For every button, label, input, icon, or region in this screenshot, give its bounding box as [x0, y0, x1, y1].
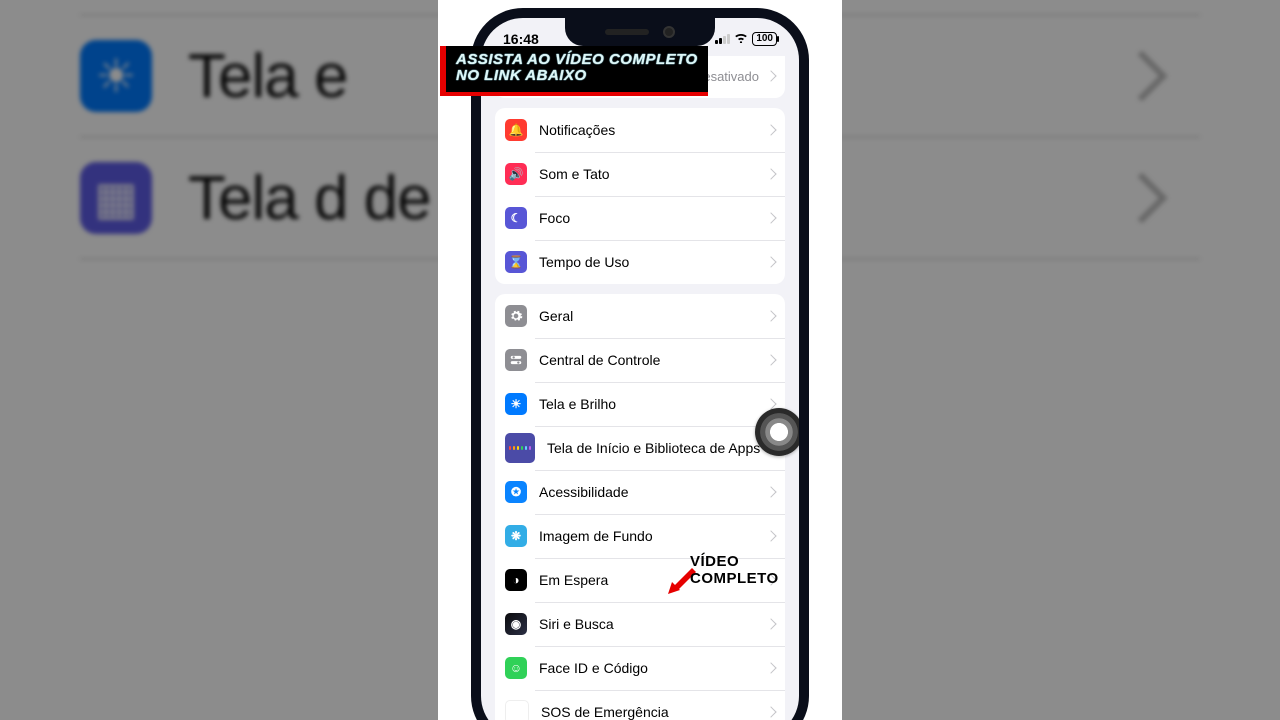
promo-banner: ASSISTA AO VÍDEO COMPLETO NO LINK ABAIXO: [440, 46, 708, 96]
row-label: Siri e Busca: [539, 616, 614, 632]
chevron-right-icon: [765, 168, 776, 179]
row-label: Tempo de Uso: [539, 254, 629, 270]
cta-line2: COMPLETO: [690, 571, 779, 588]
settings-row[interactable]: Geral: [495, 294, 785, 338]
chevron-right-icon: [765, 70, 776, 81]
phone-frame: 16:48 100 Desativado: [471, 8, 809, 720]
chevron-right-icon: [765, 124, 776, 135]
cta-line1: VÍDEO: [690, 554, 779, 571]
cta-text: VÍDEO COMPLETO: [690, 554, 779, 587]
settings-row[interactable]: ✪ Acessibilidade: [495, 470, 785, 514]
banner-line2: NO LINK ABAIXO: [456, 68, 698, 84]
chevron-right-icon: [765, 256, 776, 267]
assistive-touch-button[interactable]: [755, 408, 799, 456]
settings-row[interactable]: ☀ Tela e Brilho: [495, 382, 785, 426]
settings-row[interactable]: Tela de Início e Biblioteca de Apps: [495, 426, 785, 470]
sos-icon: SOS: [505, 700, 529, 720]
row-label: Imagem de Fundo: [539, 528, 653, 544]
chevron-right-icon: [765, 354, 776, 365]
siri-icon: ◉: [505, 613, 527, 635]
accessibility-icon: ✪: [505, 481, 527, 503]
settings-group-0: 🔔 Notificações 🔊 Som e Tato ☾ Foco ⌛ Tempo de U…: [495, 108, 785, 284]
bell-icon: 🔔: [505, 119, 527, 141]
settings-row[interactable]: ☺ Face ID e Código: [495, 646, 785, 690]
brightness-icon: ☀: [505, 393, 527, 415]
row-label: Central de Controle: [539, 352, 660, 368]
phone-screen: 16:48 100 Desativado: [481, 18, 799, 720]
chevron-right-icon: [765, 618, 776, 629]
row-label: Som e Tato: [539, 166, 610, 182]
row-label: Tela de Início e Biblioteca de Apps: [547, 440, 760, 456]
settings-group-1: Geral Central de Controle ☀ Tela e Brilho Te…: [495, 294, 785, 720]
settings-row[interactable]: ❋ Imagem de Fundo: [495, 514, 785, 558]
faceid-icon: ☺: [505, 657, 527, 679]
chevron-right-icon: [765, 486, 776, 497]
row-label: Em Espera: [539, 572, 608, 588]
row-label: SOS de Emergência: [541, 704, 669, 720]
chevron-right-icon: [765, 530, 776, 541]
chevron-right-icon: [765, 212, 776, 223]
row-label: Geral: [539, 308, 573, 324]
signal-icon: [715, 34, 730, 44]
apps-grid-icon: [505, 433, 535, 463]
moon-icon: ☾: [505, 207, 527, 229]
chevron-right-icon: [765, 662, 776, 673]
status-time: 16:48: [503, 31, 539, 47]
settings-row[interactable]: ☾ Foco: [495, 196, 785, 240]
settings-row[interactable]: SOS SOS de Emergência: [495, 690, 785, 720]
settings-row[interactable]: 🔊 Som e Tato: [495, 152, 785, 196]
settings-row[interactable]: ⌛ Tempo de Uso: [495, 240, 785, 284]
row-label: Notificações: [539, 122, 615, 138]
switches-icon: [505, 349, 527, 371]
settings-row[interactable]: ◉ Siri e Busca: [495, 602, 785, 646]
settings-content[interactable]: Desativado 🔔Notificações🔊Som e Tato☾Foco…: [481, 56, 799, 720]
wallpaper-icon: ❋: [505, 525, 527, 547]
speaker-icon: 🔊: [505, 163, 527, 185]
row-label: Tela e Brilho: [539, 396, 616, 412]
row-label: Foco: [539, 210, 570, 226]
gear-icon: [505, 305, 527, 327]
chevron-right-icon: [765, 310, 776, 321]
battery-icon: 100: [752, 32, 777, 46]
banner-line1: ASSISTA AO VÍDEO COMPLETO: [456, 52, 698, 68]
phone-notch: [565, 18, 715, 46]
standby-icon: ◑: [505, 569, 527, 591]
video-thumbnail: ⌛Tempo⚙Geral⇅Centra☀Tela e▦Tela d de Ap …: [0, 0, 1280, 720]
settings-row[interactable]: 🔔 Notificações: [495, 108, 785, 152]
row-label: Face ID e Código: [539, 660, 648, 676]
wifi-icon: [734, 32, 748, 46]
row-label: Acessibilidade: [539, 484, 629, 500]
hourglass-icon: ⌛: [505, 251, 527, 273]
settings-row[interactable]: Central de Controle: [495, 338, 785, 382]
chevron-right-icon: [765, 706, 776, 717]
